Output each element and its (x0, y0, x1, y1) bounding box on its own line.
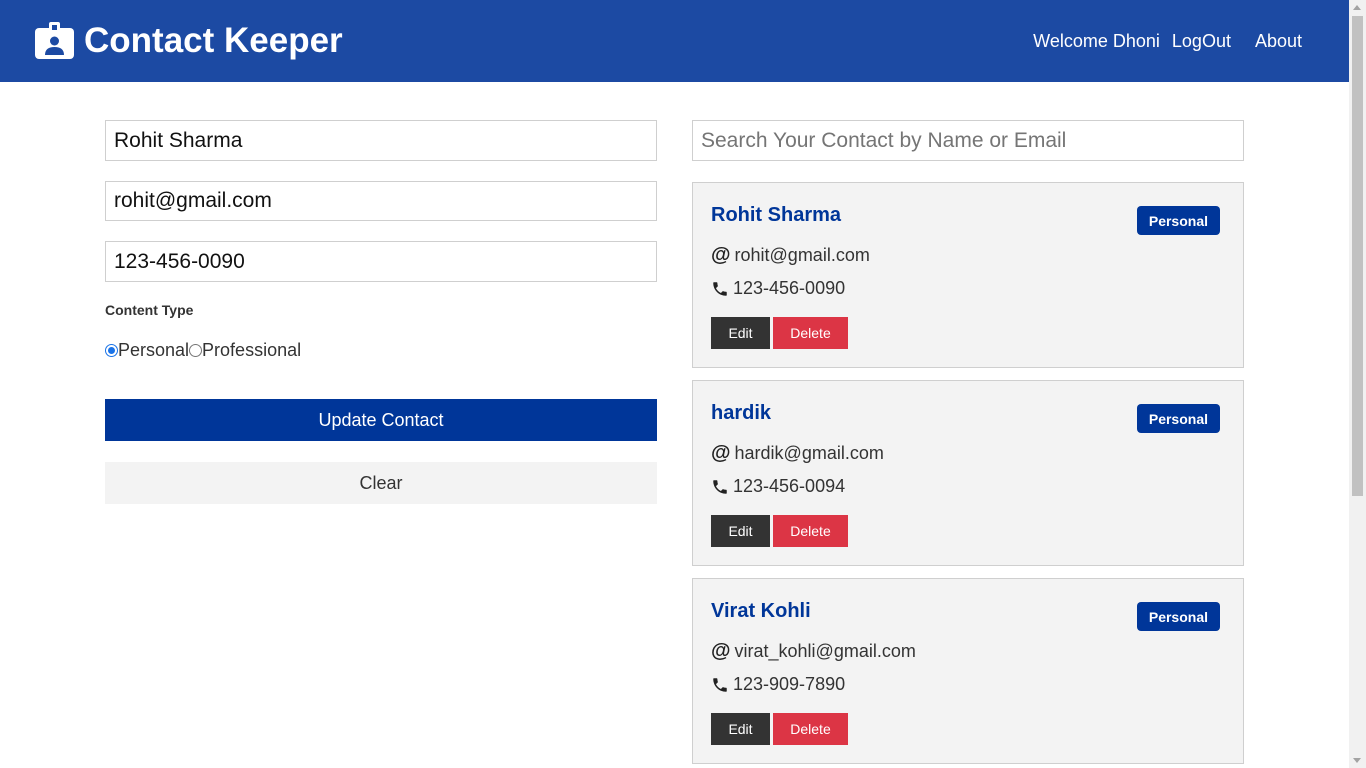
contact-phone-text: 123-909-7890 (733, 674, 846, 694)
delete-button[interactable]: Delete (773, 713, 848, 745)
name-field[interactable] (105, 120, 657, 161)
about-link[interactable]: About (1255, 31, 1302, 52)
scroll-up-arrow-icon[interactable] (1353, 5, 1361, 10)
edit-button[interactable]: Edit (711, 515, 770, 547)
delete-button[interactable]: Delete (773, 515, 848, 547)
contact-name: Rohit Sharma (711, 204, 842, 226)
contact-type-badge: Personal (1136, 404, 1220, 433)
contact-email: @ hardik@gmail.com (711, 442, 884, 465)
contact-email: @ virat_kohli@gmail.com (711, 640, 916, 663)
contact-email: @ rohit@gmail.com (711, 244, 870, 267)
phone-icon (713, 479, 727, 494)
app-title: Contact Keeper (84, 21, 343, 60)
scroll-down-arrow-icon[interactable] (1353, 758, 1361, 763)
nav-links: Welcome Dhoni LogOut About (1033, 31, 1315, 52)
search-input[interactable] (692, 120, 1244, 161)
update-contact-button[interactable]: Update Contact (105, 399, 657, 441)
contact-phone-text: 123-456-0094 (733, 476, 846, 496)
at-icon: @ (711, 442, 731, 464)
radio-personal-label[interactable]: Personal (118, 340, 189, 361)
phone-icon (713, 281, 727, 296)
page-scrollbar[interactable] (1349, 0, 1366, 768)
contact-actions: Edit Delete (711, 515, 848, 547)
contact-type-badge: Personal (1136, 206, 1220, 235)
contact-phone: 123-456-0090 (711, 278, 845, 299)
contact-phone: 123-909-7890 (711, 674, 845, 695)
contact-type-badge: Personal (1136, 602, 1220, 631)
edit-button[interactable]: Edit (711, 317, 770, 349)
logout-link[interactable]: LogOut (1172, 31, 1231, 52)
contact-phone-text: 123-456-0090 (733, 278, 846, 298)
clear-button[interactable]: Clear (105, 462, 657, 504)
radio-personal[interactable] (105, 344, 118, 357)
edit-button[interactable]: Edit (711, 713, 770, 745)
contact-actions: Edit Delete (711, 317, 848, 349)
contact-form: Content Type Personal Professional Updat… (105, 120, 657, 504)
delete-button[interactable]: Delete (773, 317, 848, 349)
welcome-text: Welcome Dhoni (1033, 30, 1160, 51)
contact-name: hardik (711, 402, 772, 424)
contact-email-text: rohit@gmail.com (734, 245, 870, 265)
contact-card: hardik Personal @ hardik@gmail.com 123-4… (692, 380, 1244, 566)
contact-name: Virat Kohli (711, 600, 811, 622)
at-icon: @ (711, 244, 731, 266)
contact-actions: Edit Delete (711, 713, 848, 745)
radio-professional-label[interactable]: Professional (202, 340, 301, 361)
content-type-radios: Personal Professional (105, 340, 657, 361)
contacts-panel: Rohit Sharma Personal @ rohit@gmail.com … (692, 120, 1244, 764)
phone-icon (713, 677, 727, 692)
contact-card: Rohit Sharma Personal @ rohit@gmail.com … (692, 182, 1244, 368)
email-field[interactable] (105, 181, 657, 221)
at-icon: @ (711, 640, 731, 662)
contact-email-text: virat_kohli@gmail.com (734, 641, 916, 661)
scroll-thumb[interactable] (1352, 16, 1363, 496)
radio-professional[interactable] (189, 344, 203, 357)
brand[interactable]: Contact Keeper (34, 21, 343, 61)
id-badge-icon (34, 22, 75, 60)
content-type-label: Content Type (105, 302, 194, 318)
navbar: Contact Keeper Welcome Dhoni LogOut Abou… (0, 0, 1349, 82)
contact-email-text: hardik@gmail.com (734, 443, 884, 463)
contact-card: Virat Kohli Personal @ virat_kohli@gmail… (692, 578, 1244, 764)
contact-phone: 123-456-0094 (711, 476, 845, 497)
phone-field[interactable] (105, 241, 657, 282)
